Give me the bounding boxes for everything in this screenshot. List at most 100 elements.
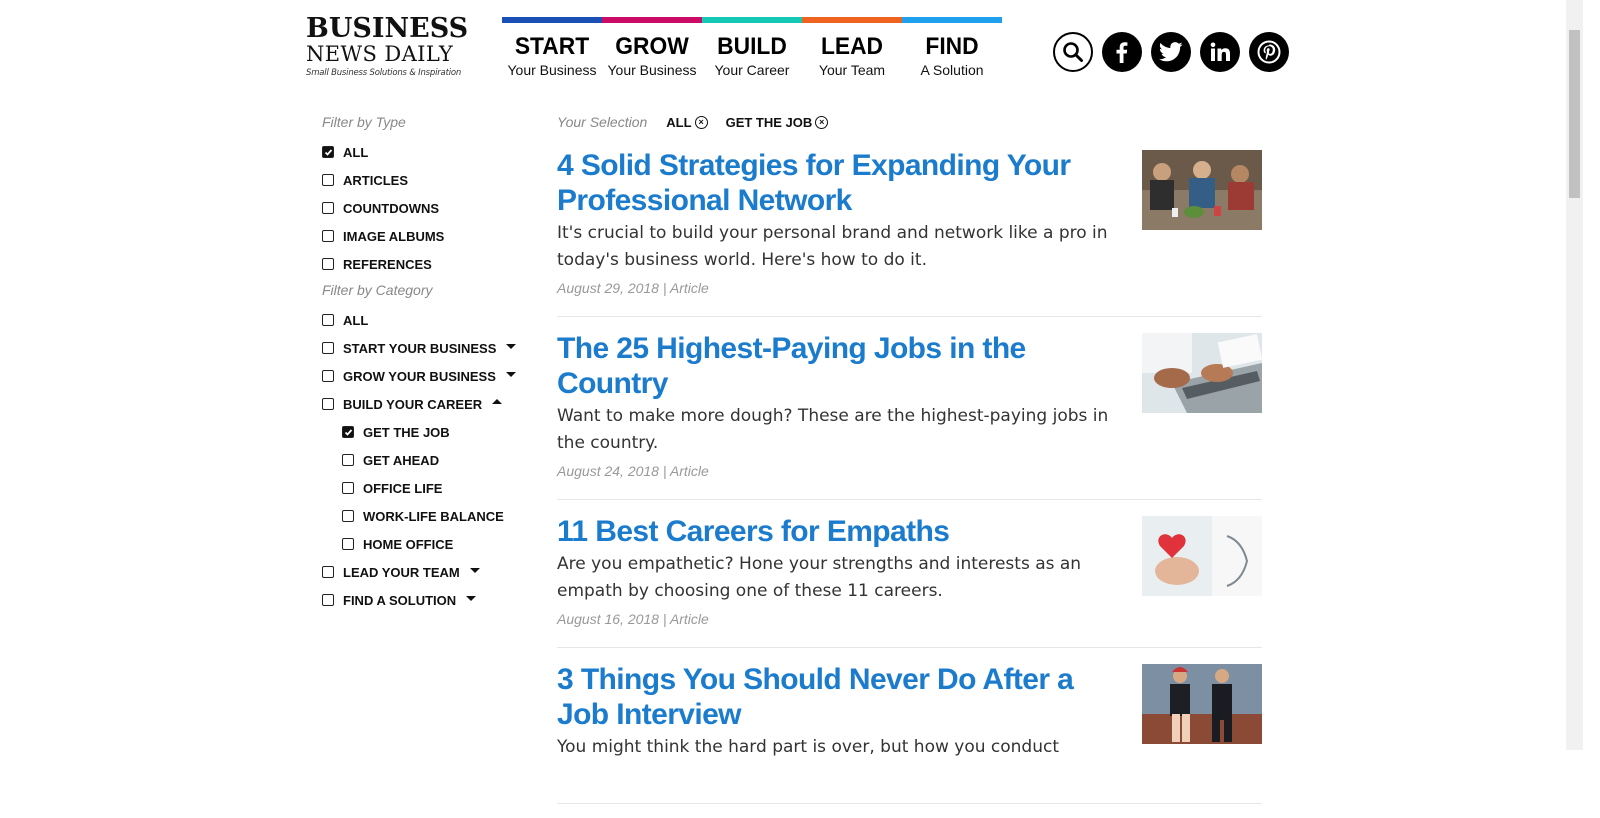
logo-line1: BUSINESS <box>306 13 469 44</box>
search-icon <box>1063 42 1083 62</box>
filter-type-image-albums[interactable]: IMAGE ALBUMS <box>322 222 522 250</box>
checkbox-checked-icon[interactable] <box>342 426 354 438</box>
facebook-button[interactable] <box>1102 32 1142 72</box>
checkbox-icon[interactable] <box>322 342 334 354</box>
article-title[interactable]: 4 Solid Strategies for Expanding Your Pr… <box>557 148 1102 218</box>
filter-cat-build-your-career[interactable]: BUILD YOUR CAREER <box>322 390 522 418</box>
article-title[interactable]: The 25 Highest-Paying Jobs in the Countr… <box>557 331 1102 401</box>
article-list: 4 Solid Strategies for Expanding Your Pr… <box>557 148 1262 818</box>
checkbox-icon[interactable] <box>342 510 354 522</box>
facebook-icon <box>1116 42 1128 63</box>
nav-start[interactable]: START Your Business <box>502 17 602 83</box>
filter-label: GET AHEAD <box>363 452 440 468</box>
checkbox-icon[interactable] <box>322 230 334 242</box>
filter-type-references[interactable]: REFERENCES <box>322 250 522 278</box>
filter-label: COUNTDOWNS <box>343 200 440 216</box>
linkedin-button[interactable] <box>1200 32 1240 72</box>
chip-label: GET THE JOB <box>725 114 813 130</box>
nav-lead-sub: Your Team <box>818 62 886 78</box>
article-description: You might think the hard part is over, b… <box>557 737 1060 757</box>
filter-label: ALL <box>343 144 369 160</box>
article-card: 3 Things You Should Never Do After a Job… <box>557 662 1262 804</box>
article-card: 11 Best Careers for Empaths Are you empa… <box>557 514 1262 648</box>
checkbox-icon[interactable] <box>342 454 354 466</box>
filter-cat-all[interactable]: ALL <box>322 306 522 334</box>
nav-lead-label: LEAD <box>820 33 884 60</box>
pinterest-button[interactable] <box>1249 32 1289 72</box>
caret-down-icon[interactable] <box>469 567 480 573</box>
nav-find[interactable]: FIND A Solution <box>902 17 1002 83</box>
checkbox-icon[interactable] <box>322 398 334 410</box>
twitter-icon <box>1159 42 1183 62</box>
linkedin-icon <box>1210 42 1230 61</box>
social-bar <box>1053 32 1289 72</box>
filter-cat-find-a-solution[interactable]: FIND A SOLUTION <box>322 586 522 614</box>
filter-cat-lead-your-team[interactable]: LEAD YOUR TEAM <box>322 558 522 586</box>
article-card: 4 Solid Strategies for Expanding Your Pr… <box>557 148 1262 317</box>
filter-cat-start-your-business[interactable]: START YOUR BUSINESS <box>322 334 522 362</box>
filter-label: FIND A SOLUTION <box>343 592 457 608</box>
article-card: The 25 Highest-Paying Jobs in the Countr… <box>557 331 1262 500</box>
article-description: It's crucial to build your personal bran… <box>557 223 1108 270</box>
filter-type-articles[interactable]: ARTICLES <box>322 166 522 194</box>
close-circle-icon[interactable]: × <box>694 115 708 129</box>
filter-cat-get-ahead[interactable]: GET AHEAD <box>322 446 522 474</box>
checkbox-icon[interactable] <box>322 314 334 326</box>
filter-label: START YOUR BUSINESS <box>343 340 497 356</box>
filter-cat-home-office[interactable]: HOME OFFICE <box>322 530 522 558</box>
checkbox-icon[interactable] <box>322 174 334 186</box>
filter-cat-grow-your-business[interactable]: GROW YOUR BUSINESS <box>322 362 522 390</box>
filter-label: IMAGE ALBUMS <box>343 228 445 244</box>
page-scrollbar[interactable] <box>1566 0 1583 750</box>
nav-build[interactable]: BUILD Your Career <box>702 17 802 83</box>
filter-cat-office-life[interactable]: OFFICE LIFE <box>322 474 522 502</box>
scrollbar-thumb[interactable] <box>1569 30 1580 198</box>
caret-down-icon[interactable] <box>505 371 516 377</box>
checkbox-icon[interactable] <box>322 566 334 578</box>
pinterest-icon <box>1257 40 1281 64</box>
filter-label: GET THE JOB <box>363 424 450 440</box>
checkbox-icon[interactable] <box>322 594 334 606</box>
close-circle-icon[interactable]: × <box>815 115 829 129</box>
filter-category-title: Filter by Category <box>322 282 433 298</box>
selection-chip-get-the-job[interactable]: GET THE JOB × <box>726 115 829 130</box>
article-meta <box>557 767 1262 803</box>
checkbox-checked-icon[interactable] <box>322 146 334 158</box>
nav-build-label: BUILD <box>717 33 787 60</box>
filter-label: ALL <box>343 312 369 328</box>
nav-find-sub: A Solution <box>920 62 984 78</box>
selection-chip-all[interactable]: ALL × <box>666 115 708 130</box>
filter-label: GROW YOUR BUSINESS <box>343 368 496 384</box>
checkbox-icon[interactable] <box>342 538 354 550</box>
filter-type-countdowns[interactable]: COUNTDOWNS <box>322 194 522 222</box>
selection-label: Your Selection <box>557 114 648 130</box>
nav-lead[interactable]: LEAD Your Team <box>802 17 902 83</box>
article-thumbnail-heart[interactable] <box>1142 516 1262 596</box>
checkbox-icon[interactable] <box>342 482 354 494</box>
caret-down-icon[interactable] <box>466 595 477 601</box>
selection-bar: Your Selection ALL × GET THE JOB × <box>557 110 846 134</box>
filter-label: REFERENCES <box>343 256 432 272</box>
filter-cat-work-life-balance[interactable]: WORK-LIFE BALANCE <box>322 502 522 530</box>
main-nav: START Your Business GROW Your Business B… <box>502 17 1002 83</box>
twitter-button[interactable] <box>1151 32 1191 72</box>
filter-cat-get-the-job[interactable]: GET THE JOB <box>322 418 522 446</box>
filter-sidebar: Filter by Type ALL ARTICLES COUNTDOWNS I… <box>322 110 522 614</box>
filter-label: WORK-LIFE BALANCE <box>363 508 504 524</box>
caret-up-icon[interactable] <box>492 398 503 404</box>
article-thumbnail-networking[interactable] <box>1142 150 1262 230</box>
article-title[interactable]: 11 Best Careers for Empaths <box>557 514 1102 549</box>
nav-grow[interactable]: GROW Your Business <box>602 17 702 83</box>
checkbox-icon[interactable] <box>322 370 334 382</box>
checkbox-icon[interactable] <box>322 202 334 214</box>
site-logo[interactable]: BUSINESS NEWS DAILY Small Business Solut… <box>306 13 469 84</box>
caret-down-icon[interactable] <box>506 343 517 349</box>
checkbox-icon[interactable] <box>322 258 334 270</box>
search-button[interactable] <box>1053 32 1093 72</box>
article-title[interactable]: 3 Things You Should Never Do After a Job… <box>557 662 1102 732</box>
filter-type-all[interactable]: ALL <box>322 138 522 166</box>
page: BUSINESS NEWS DAILY Small Business Solut… <box>0 0 1583 804</box>
article-thumbnail-laptop[interactable] <box>1142 333 1262 413</box>
filter-type-title: Filter by Type <box>322 114 406 130</box>
article-thumbnail-interview[interactable] <box>1142 664 1262 744</box>
